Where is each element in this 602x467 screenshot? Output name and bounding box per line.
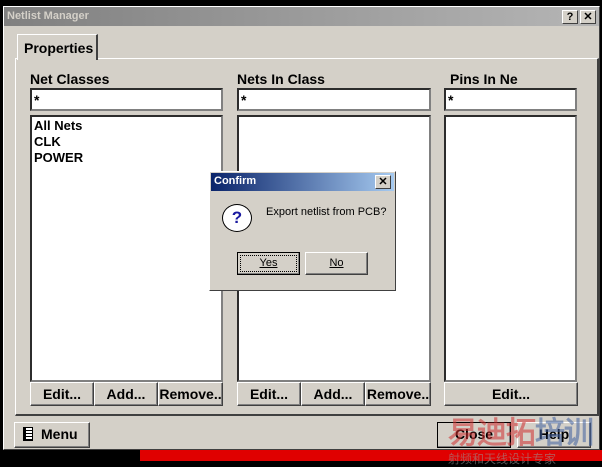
yes-label: Yes bbox=[259, 257, 278, 269]
menu-list-icon bbox=[23, 427, 33, 441]
nets-remove-button[interactable]: Remove.. bbox=[365, 382, 431, 406]
list-item[interactable]: POWER bbox=[34, 150, 219, 166]
confirm-title: Confirm bbox=[214, 175, 257, 187]
menu-button[interactable]: Menu bbox=[14, 422, 90, 448]
pins-edit-button[interactable]: Edit... bbox=[444, 382, 578, 406]
net-classes-edit-button[interactable]: Edit... bbox=[30, 382, 94, 406]
window-title: Netlist Manager bbox=[7, 10, 89, 22]
pcb-background-strip bbox=[140, 450, 602, 461]
list-item[interactable]: CLK bbox=[34, 134, 219, 150]
pins-list[interactable] bbox=[444, 115, 577, 382]
yes-button[interactable]: Yes bbox=[237, 252, 300, 275]
net-classes-remove-button[interactable]: Remove.. bbox=[158, 382, 223, 406]
question-icon: ? bbox=[222, 204, 252, 232]
pins-in-net-label: Pins In Ne bbox=[450, 71, 518, 87]
net-classes-list[interactable]: All Nets CLK POWER bbox=[30, 115, 223, 382]
close-button[interactable]: Close bbox=[437, 422, 511, 448]
list-item[interactable]: All Nets bbox=[34, 118, 219, 134]
confirm-close-button[interactable]: ✕ bbox=[375, 175, 391, 189]
net-classes-filter-input[interactable]: * bbox=[30, 88, 223, 111]
nets-add-button[interactable]: Add... bbox=[301, 382, 365, 406]
nets-edit-button[interactable]: Edit... bbox=[237, 382, 301, 406]
nets-in-class-label: Nets In Class bbox=[237, 71, 325, 87]
menu-label: Menu bbox=[41, 426, 78, 442]
help-title-button[interactable]: ? bbox=[562, 10, 578, 24]
net-classes-label: Net Classes bbox=[30, 71, 110, 87]
no-button[interactable]: No bbox=[305, 252, 368, 275]
confirm-message: Export netlist from PCB? bbox=[266, 206, 387, 218]
confirm-dialog: Confirm ✕ ? Export netlist from PCB? Yes… bbox=[209, 171, 396, 291]
title-bar: Netlist Manager bbox=[4, 7, 599, 26]
net-classes-add-button[interactable]: Add... bbox=[94, 382, 158, 406]
tab-properties[interactable]: Properties bbox=[17, 34, 98, 60]
close-title-button[interactable]: ✕ bbox=[580, 10, 596, 24]
nets-in-class-filter-input[interactable]: * bbox=[237, 88, 431, 111]
no-label: No bbox=[329, 257, 344, 269]
pins-filter-input[interactable]: * bbox=[444, 88, 577, 111]
confirm-title-bar: Confirm bbox=[211, 173, 394, 191]
help-button[interactable]: Help bbox=[517, 422, 591, 448]
